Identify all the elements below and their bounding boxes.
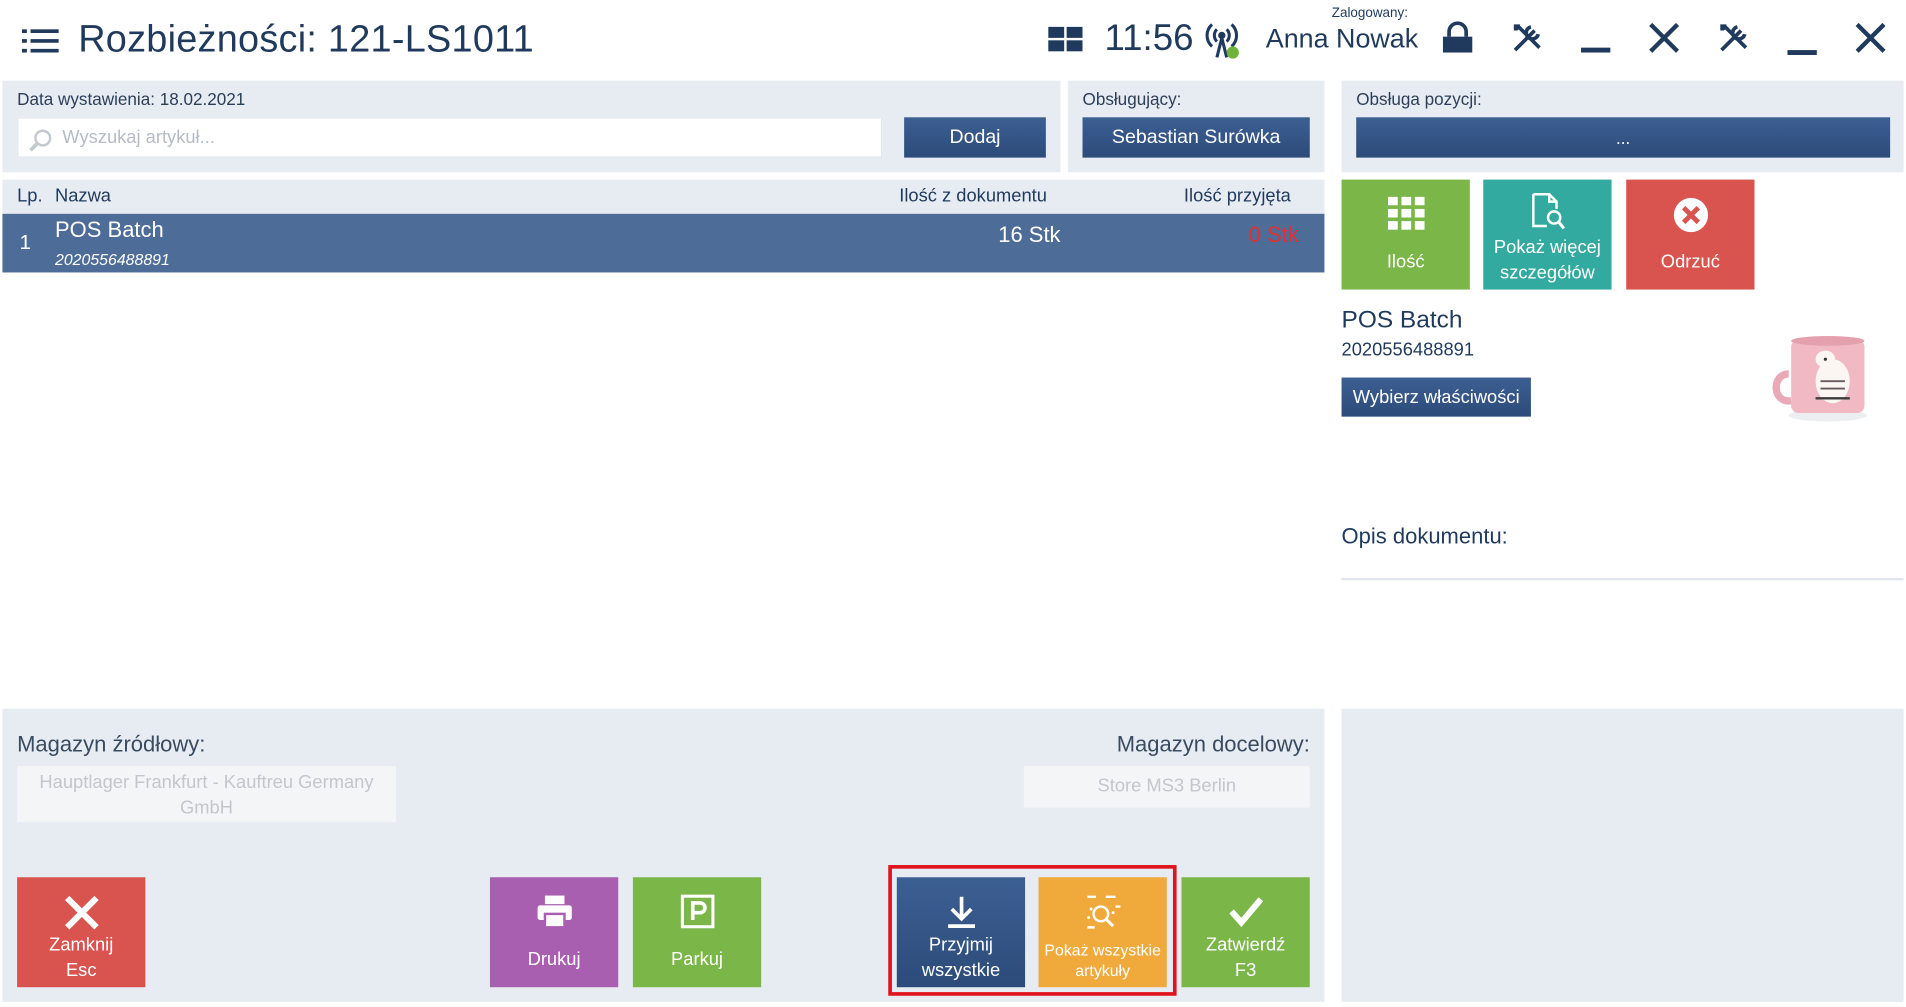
column-name[interactable]: Nazwa	[55, 186, 111, 207]
search-input[interactable]	[62, 118, 869, 157]
connection-status-icon[interactable]	[1202, 17, 1244, 61]
issue-date: Data wystawienia: 18.02.2021	[17, 89, 246, 109]
clock: 11:56	[1104, 18, 1194, 59]
confirm-button-label: Zatwierdź	[1205, 934, 1286, 956]
target-warehouse-field[interactable]: Store MS3 Berlin	[1023, 766, 1310, 808]
user-name[interactable]: Anna Nowak	[1266, 23, 1418, 55]
windows-icon[interactable]	[1048, 26, 1083, 52]
row-name: POS Batch	[54, 217, 164, 242]
show-all-items-button[interactable]: Pokaż wszystkie artykuły	[1038, 877, 1167, 988]
print-button-label: Drukuj	[527, 949, 581, 971]
lock-icon[interactable]	[1442, 21, 1479, 58]
reject-icon	[1673, 197, 1708, 233]
quantity-tile-label: Ilość	[1386, 251, 1425, 273]
product-image	[1772, 327, 1884, 425]
cashier-label: Obsługujący:	[1082, 89, 1182, 109]
side-footer-panel	[1341, 708, 1904, 1002]
download-icon	[947, 896, 975, 928]
column-qty-doc[interactable]: Ilość z dokumentu	[899, 186, 1047, 207]
close-icon[interactable]	[1853, 21, 1890, 58]
source-warehouse-field[interactable]: Hauptlager Frankfurt - Kauftreu Germany …	[17, 766, 396, 823]
minimize-icon[interactable]	[1579, 21, 1616, 58]
table-header	[2, 179, 1325, 214]
print-button[interactable]: Drukuj	[489, 877, 619, 988]
row-qty-received[interactable]: 0 Stk	[1249, 222, 1299, 248]
reject-tile[interactable]: Odrzuć	[1626, 179, 1755, 290]
search-field[interactable]	[17, 117, 883, 158]
more-details-tile-label: Pokaż więcej szczegółów	[1493, 237, 1601, 284]
choose-properties-button[interactable]: Wybierz właściwości	[1341, 377, 1531, 417]
show-all-icon	[1086, 895, 1120, 929]
checkmark-icon	[1228, 897, 1263, 928]
row-code: 2020556488891	[54, 250, 170, 269]
accept-all-button-label: Przyjmij wszystkie	[921, 934, 1001, 982]
column-qty-received[interactable]: Ilość przyjęta	[1184, 186, 1291, 207]
close-button-key: Esc	[65, 960, 97, 982]
target-warehouse-label: Magazyn docelowy:	[1116, 731, 1310, 757]
park-button-label: Parkuj	[671, 949, 724, 971]
accept-all-button[interactable]: Przyjmij wszystkie	[896, 877, 1026, 988]
quantity-tile[interactable]: Ilość	[1341, 179, 1470, 290]
reject-tile-label: Odrzuć	[1660, 251, 1720, 273]
tools-icon[interactable]	[1510, 21, 1547, 58]
item-code: 2020556488891	[1341, 339, 1475, 361]
confirm-button[interactable]: Zatwierdź F3	[1181, 877, 1310, 988]
column-lp[interactable]: Lp.	[17, 186, 42, 207]
document-description-field[interactable]	[1342, 582, 1904, 704]
more-details-tile[interactable]: Pokaż więcej szczegółów	[1483, 179, 1612, 290]
search-icon	[29, 129, 52, 152]
item-name: POS Batch	[1341, 306, 1463, 334]
description-divider	[1341, 577, 1904, 581]
close-icon	[64, 895, 99, 930]
park-button[interactable]: Parkuj	[632, 877, 762, 988]
row-qty-doc: 16 Stk	[998, 222, 1061, 247]
position-handling-button[interactable]: ...	[1356, 117, 1891, 158]
confirm-button-key: F3	[1234, 960, 1257, 982]
cashier-button[interactable]: Sebastian Surówka	[1082, 117, 1310, 158]
close-button-label: Zamknij	[49, 934, 114, 956]
show-all-items-button-label: Pokaż wszystkie artykuły	[1044, 940, 1161, 980]
table-row[interactable]: 1 POS Batch 2020556488891 16 Stk 0 Stk	[2, 213, 1325, 273]
printer-icon	[536, 895, 572, 929]
tools-icon[interactable]	[1717, 21, 1754, 58]
source-warehouse-label: Magazyn źródłowy:	[17, 731, 206, 757]
add-button[interactable]: Dodaj	[904, 117, 1046, 158]
row-lp: 1	[19, 230, 32, 255]
close-button[interactable]: Zamknij Esc	[17, 877, 146, 988]
parking-icon	[680, 894, 714, 929]
minimize-icon[interactable]	[1785, 21, 1822, 58]
page-title: Rozbieżności: 121-LS1011	[78, 17, 534, 60]
logged-in-label: Zalogowany:	[1331, 6, 1408, 21]
position-handling-label: Obsługa pozycji:	[1356, 89, 1482, 109]
grid-icon	[1387, 196, 1425, 230]
close-icon[interactable]	[1647, 21, 1684, 58]
document-description-label: Opis dokumentu:	[1341, 524, 1508, 549]
document-search-icon	[1531, 193, 1565, 230]
menu-icon[interactable]	[21, 29, 59, 53]
